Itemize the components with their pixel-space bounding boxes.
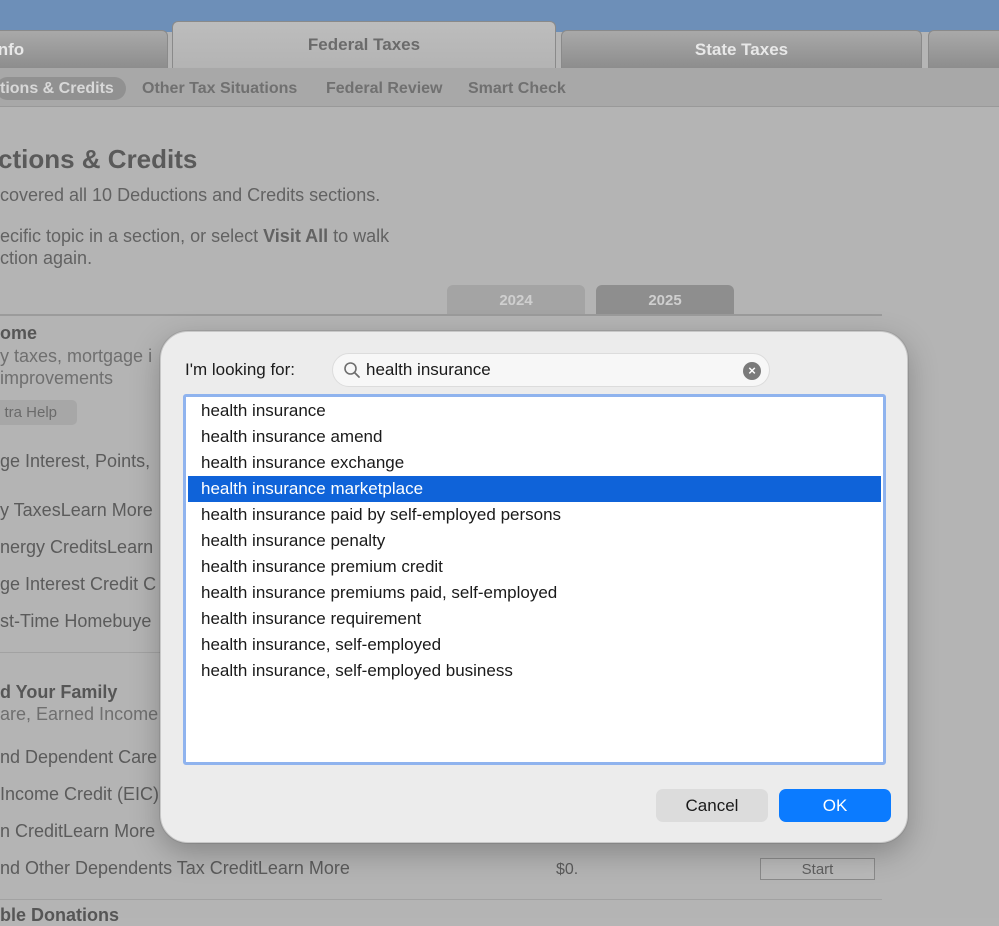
- extra-help-button[interactable]: tra Help: [0, 400, 77, 425]
- row-child-tax-credit[interactable]: nd Other Dependents Tax CreditLearn More: [0, 858, 350, 879]
- list-item[interactable]: health insurance paid by self-employed p…: [188, 502, 881, 528]
- visit-all-text: Visit All: [263, 226, 329, 246]
- instruction-line-1: ecific topic in a section, or select Vis…: [0, 226, 389, 247]
- clear-search-icon[interactable]: ×: [743, 362, 761, 380]
- ok-label: OK: [822, 795, 848, 815]
- ok-button[interactable]: OK: [779, 789, 891, 822]
- divider: [0, 314, 882, 316]
- home-subtitle-1: y taxes, mortgage i: [0, 346, 153, 366]
- list-item[interactable]: health insurance exchange: [188, 450, 881, 476]
- row-label: ge Interest, Points,: [0, 451, 151, 471]
- learn-more-link[interactable]: Learn: [107, 537, 153, 557]
- list-item[interactable]: health insurance penalty: [188, 528, 881, 554]
- home-subtitle-2: improvements: [0, 368, 114, 388]
- looking-for-label: I'm looking for:: [185, 360, 296, 379]
- subnav-other-tax-situations[interactable]: Other Tax Situations: [142, 80, 297, 98]
- subnav-smart-check[interactable]: Smart Check: [468, 80, 566, 98]
- search-dialog: I'm looking for: × health insurancehealt…: [160, 331, 908, 843]
- list-item[interactable]: health insurance premiums paid, self-emp…: [188, 580, 881, 606]
- learn-more-link[interactable]: Learn More: [258, 858, 350, 878]
- row-dependent-care[interactable]: nd Dependent Care: [0, 747, 157, 768]
- tab-state-taxes[interactable]: State Taxes: [561, 30, 922, 68]
- search-icon: [344, 362, 360, 378]
- page-title: ctions & Credits: [0, 144, 198, 174]
- list-item[interactable]: health insurance premium credit: [188, 554, 881, 580]
- row-property-taxes[interactable]: y TaxesLearn More: [0, 500, 153, 521]
- extra-help-label: tra Help: [4, 404, 57, 421]
- year-tab-2025[interactable]: 2025: [596, 285, 734, 315]
- list-item[interactable]: health insurance, self-employed: [188, 632, 881, 658]
- row-adoption-credit[interactable]: n CreditLearn More: [0, 821, 155, 842]
- divider: [0, 899, 882, 900]
- cancel-button[interactable]: Cancel: [656, 789, 768, 822]
- family-heading: d Your Family: [0, 682, 118, 702]
- row-mortgage-interest-credit[interactable]: ge Interest Credit C: [0, 574, 156, 595]
- row-label: nergy Credits: [0, 537, 108, 557]
- list-item[interactable]: health insurance, self-employed business: [188, 658, 881, 684]
- family-subtitle: are, Earned Income: [0, 704, 159, 724]
- tab-info-label: Info: [0, 39, 25, 59]
- row-label: Income Credit (EIC): [0, 784, 160, 804]
- start-label: Start: [801, 860, 834, 878]
- results-list[interactable]: health insurance health insurance amend he…: [183, 394, 886, 765]
- search-input[interactable]: [366, 358, 726, 382]
- instruction-text: ecific topic in a section, or select: [0, 226, 264, 246]
- tab-state-taxes-label: State Taxes: [694, 39, 789, 59]
- year-tab-2024[interactable]: 2024: [447, 285, 585, 315]
- list-item[interactable]: health insurance requirement: [188, 606, 881, 632]
- row-label: ge Interest Credit C: [0, 574, 157, 594]
- list-item[interactable]: health insurance marketplace: [188, 476, 881, 502]
- instruction-text-end: to walk: [328, 226, 390, 246]
- amount-value: $0.: [556, 861, 579, 878]
- subnav-deductions-credits[interactable]: tions & Credits: [0, 77, 126, 100]
- learn-more-link[interactable]: Learn More: [61, 500, 153, 520]
- row-eic[interactable]: Income Credit (EIC): [0, 784, 159, 805]
- row-energy-credits[interactable]: nergy CreditsLearn: [0, 537, 153, 558]
- row-first-time-homebuyer[interactable]: st-Time Homebuye: [0, 611, 151, 632]
- list-item[interactable]: health insurance: [188, 398, 881, 424]
- list-item[interactable]: health insurance amend: [188, 424, 881, 450]
- row-label: n Credit: [0, 821, 64, 841]
- tab-federal-taxes-label: Federal Taxes: [307, 35, 421, 54]
- year-2025-label: 2025: [648, 291, 682, 309]
- home-heading: ome: [0, 323, 38, 343]
- sub-navigation: tions & Credits Other Tax Situations Fed…: [0, 68, 999, 107]
- year-2024-label: 2024: [499, 291, 533, 309]
- donations-heading: ble Donations: [0, 905, 120, 925]
- row-label: y Taxes: [0, 500, 61, 520]
- instruction-line-2: ction again.: [0, 248, 93, 268]
- learn-more-link[interactable]: Learn More: [63, 821, 155, 841]
- tab-federal-taxes[interactable]: Federal Taxes: [172, 21, 556, 69]
- start-button[interactable]: Start: [760, 858, 875, 880]
- row-label: nd Dependent Care: [0, 747, 158, 767]
- cancel-label: Cancel: [685, 795, 739, 815]
- row-label: st-Time Homebuye: [0, 611, 152, 631]
- row-mortgage-interest[interactable]: ge Interest, Points,: [0, 451, 150, 472]
- tab-info[interactable]: Info: [0, 30, 168, 68]
- search-field[interactable]: ×: [332, 353, 770, 387]
- row-label: nd Other Dependents Tax Credit: [0, 858, 258, 878]
- subnav-federal-review[interactable]: Federal Review: [326, 80, 443, 98]
- tab-next[interactable]: [928, 30, 999, 68]
- covered-message: covered all 10 Deductions and Credits se…: [0, 185, 381, 205]
